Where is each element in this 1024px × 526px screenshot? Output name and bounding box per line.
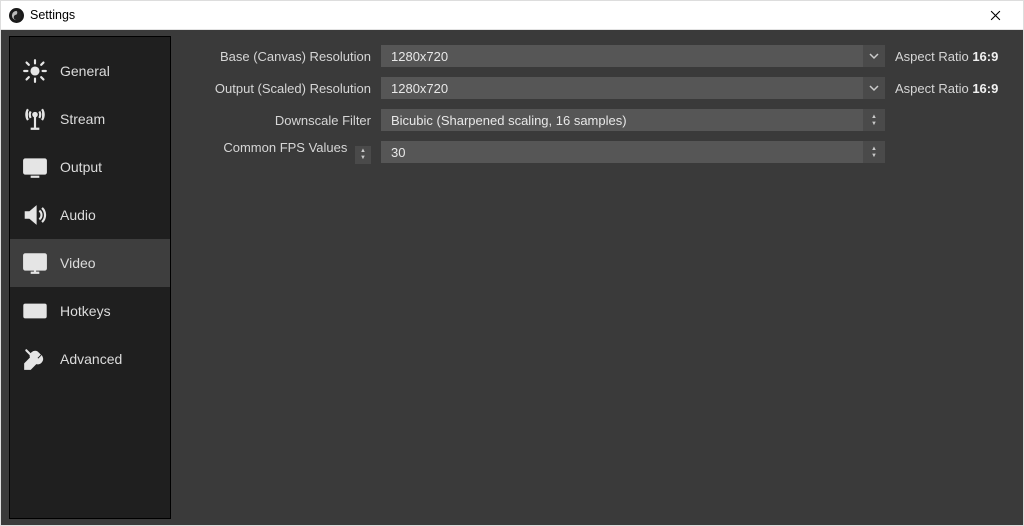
sidebar-item-video[interactable]: Video xyxy=(10,239,170,287)
output-resolution-label: Output (Scaled) Resolution xyxy=(181,81,381,96)
row-base-resolution: Base (Canvas) Resolution 1280x720 Aspect… xyxy=(181,42,1013,70)
close-button[interactable] xyxy=(975,1,1015,29)
chevron-down-icon[interactable] xyxy=(863,77,885,99)
sidebar-item-label: Stream xyxy=(60,111,160,127)
base-aspect-ratio: Aspect Ratio 16:9 xyxy=(885,49,1013,64)
sidebar: General Stream Output Audio xyxy=(9,36,171,519)
sidebar-item-label: Output xyxy=(60,159,160,175)
base-resolution-label: Base (Canvas) Resolution xyxy=(181,49,381,64)
sidebar-item-label: General xyxy=(60,63,160,79)
window-body: General Stream Output Audio xyxy=(1,29,1023,525)
close-icon xyxy=(990,10,1001,21)
sidebar-item-hotkeys[interactable]: Hotkeys xyxy=(10,287,170,335)
speaker-icon xyxy=(20,200,50,230)
fps-value-field[interactable]: 30 ▲▼ xyxy=(381,141,885,163)
sidebar-item-general[interactable]: General xyxy=(10,47,170,95)
downscale-filter-label: Downscale Filter xyxy=(181,113,381,128)
sidebar-item-label: Video xyxy=(60,255,160,271)
monitor-icon xyxy=(20,248,50,278)
fps-mode-selector[interactable]: Common FPS Values ▲▼ xyxy=(181,140,381,164)
base-resolution-field[interactable]: 1280x720 xyxy=(381,45,885,67)
output-resolution-value: 1280x720 xyxy=(381,81,863,96)
sidebar-item-label: Advanced xyxy=(60,351,160,367)
spinner-icon[interactable]: ▲▼ xyxy=(863,141,885,163)
sidebar-item-stream[interactable]: Stream xyxy=(10,95,170,143)
keyboard-icon xyxy=(20,296,50,326)
output-resolution-field[interactable]: 1280x720 xyxy=(381,77,885,99)
downscale-filter-field[interactable]: Bicubic (Sharpened scaling, 16 samples) … xyxy=(381,109,885,131)
app-logo-icon xyxy=(9,8,24,23)
row-downscale-filter: Downscale Filter Bicubic (Sharpened scal… xyxy=(181,106,1013,134)
fps-mode-label: Common FPS Values xyxy=(223,140,347,155)
gear-icon xyxy=(20,56,50,86)
sidebar-item-label: Hotkeys xyxy=(60,303,160,319)
window-title: Settings xyxy=(30,8,75,22)
fps-value: 30 xyxy=(381,145,863,160)
video-settings-panel: Base (Canvas) Resolution 1280x720 Aspect… xyxy=(171,30,1023,525)
tools-icon xyxy=(20,344,50,374)
chevron-down-icon[interactable] xyxy=(863,45,885,67)
downscale-filter-value: Bicubic (Sharpened scaling, 16 samples) xyxy=(381,113,863,128)
sidebar-item-audio[interactable]: Audio xyxy=(10,191,170,239)
output-icon xyxy=(20,152,50,182)
settings-window: Settings General Stream xyxy=(0,0,1024,526)
spinner-icon[interactable]: ▲▼ xyxy=(355,146,371,164)
output-aspect-ratio: Aspect Ratio 16:9 xyxy=(885,81,1013,96)
base-resolution-value: 1280x720 xyxy=(381,49,863,64)
sidebar-item-advanced[interactable]: Advanced xyxy=(10,335,170,383)
titlebar: Settings xyxy=(1,1,1023,29)
antenna-icon xyxy=(20,104,50,134)
row-fps: Common FPS Values ▲▼ 30 ▲▼ xyxy=(181,138,1013,166)
spinner-icon[interactable]: ▲▼ xyxy=(863,109,885,131)
sidebar-item-output[interactable]: Output xyxy=(10,143,170,191)
row-output-resolution: Output (Scaled) Resolution 1280x720 Aspe… xyxy=(181,74,1013,102)
sidebar-item-label: Audio xyxy=(60,207,160,223)
